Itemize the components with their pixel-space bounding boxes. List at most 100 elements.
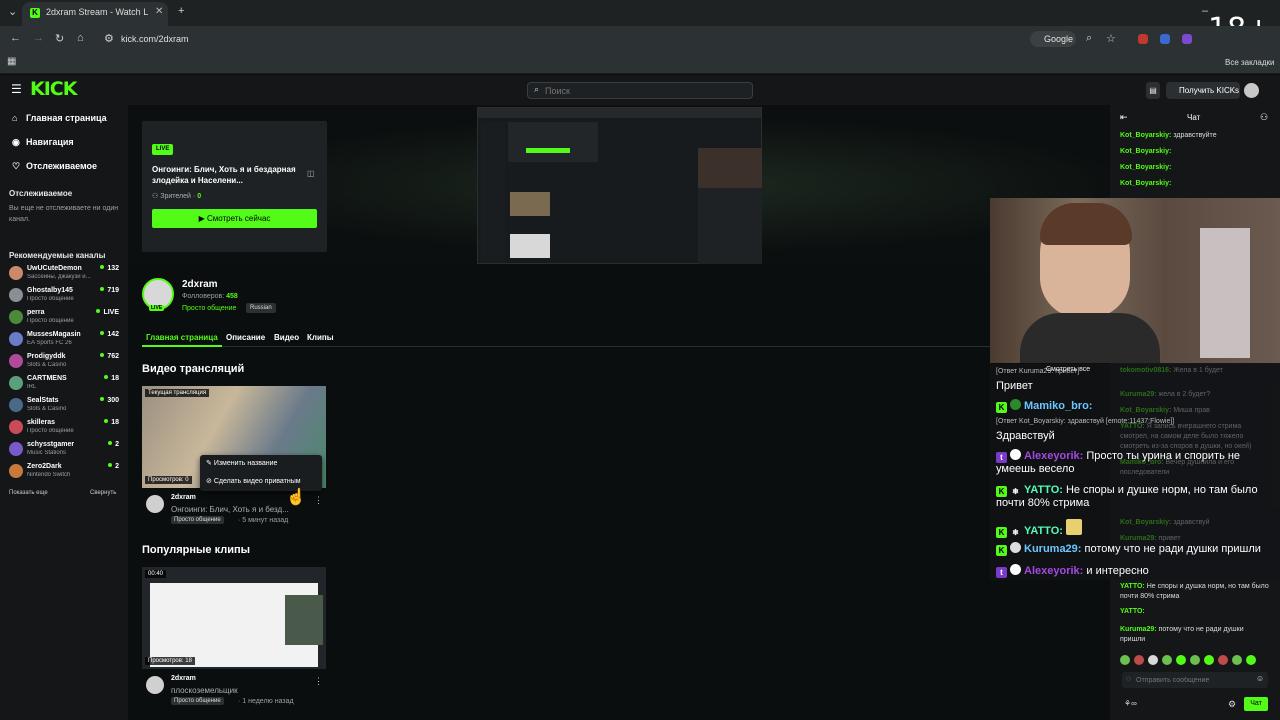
menu-icon[interactable]: ☰ [11, 82, 22, 96]
make-private-menu-item[interactable]: ⊘ Сделать видео приватным [206, 477, 301, 485]
channel-avatar[interactable]: LIVE [142, 278, 174, 311]
viewer-count: 132 [107, 265, 119, 272]
channel-category[interactable]: Просто общение [182, 305, 236, 312]
extension-icon[interactable] [1138, 34, 1148, 44]
rename-menu-item[interactable]: ✎ Изменить название [206, 459, 277, 467]
vod-author-avatar[interactable] [146, 495, 164, 513]
emote-icon[interactable] [1204, 655, 1214, 665]
collapse-chat-icon[interactable]: ⇤ [1120, 112, 1128, 123]
close-tab-icon[interactable]: ✕ [155, 6, 163, 17]
home-icon: ⌂ [12, 113, 18, 123]
chat-username[interactable]: Kot_Boyarskiy: [1120, 148, 1171, 155]
browser-tab[interactable]: K 2dxram Stream - Watch Live on ✕ [22, 2, 168, 26]
recommended-channel[interactable]: UwUCuteDemon Sассейны, джакузи и... 132 [8, 265, 122, 286]
sidebar-item-browse[interactable]: ◉ Навигация [12, 137, 74, 148]
collapse-link[interactable]: Свернуть [90, 490, 116, 496]
emoji-icon[interactable]: ☺ [1256, 674, 1264, 683]
emote-icon[interactable] [1218, 655, 1228, 665]
get-kicks-button[interactable]: Получить KICKs [1166, 82, 1240, 99]
clip-title[interactable]: плоскоземельщик [171, 686, 311, 695]
more-options-icon[interactable]: ⋮ [314, 676, 323, 687]
chat-input[interactable] [1136, 674, 1256, 686]
recommended-channel[interactable]: skilleras Просто общение 18 [8, 419, 122, 440]
tab-videos[interactable]: Видео [274, 333, 299, 342]
tab-list-icon[interactable]: ⌄ [8, 5, 17, 18]
mute-icon[interactable]: ◫ [307, 169, 315, 178]
emote-icon[interactable] [1176, 655, 1186, 665]
vod-author[interactable]: 2dxram [171, 494, 196, 501]
chat-username[interactable]: YATTO: [1120, 608, 1145, 615]
search-input[interactable] [545, 84, 745, 97]
emote-icon[interactable] [1120, 655, 1130, 665]
url-field[interactable]: kick.com/2dxram [121, 34, 189, 44]
reload-icon[interactable]: ↻ [55, 32, 64, 45]
apps-grid-icon[interactable]: ▦ [7, 56, 16, 67]
recommended-channel[interactable]: perra Просто общение LIVE [8, 309, 122, 330]
channel-category: Music Stations [27, 450, 67, 456]
channel-name: UwUCuteDemon [27, 265, 82, 272]
more-options-icon[interactable]: ⋮ [314, 495, 323, 506]
chat-username[interactable]: Kot_Boyarskiy: [1120, 164, 1171, 171]
settings-gear-icon[interactable]: ⚙ [1228, 699, 1236, 710]
kick-logo[interactable]: KICK [30, 78, 77, 100]
recommended-channel[interactable]: SealStats Slots & Casino 300 [8, 397, 122, 418]
recommended-channel[interactable]: Prodigyddk Slots & Casino 762 [8, 353, 122, 374]
vod-title[interactable]: Онгоинги: Блич, Хоть я и безд... [171, 505, 311, 514]
emote-icon[interactable] [1148, 655, 1158, 665]
active-tab-indicator [142, 345, 222, 347]
channel-name[interactable]: 2dxram [182, 279, 218, 290]
watch-now-button[interactable]: ▶ Смотреть сейчас [152, 209, 317, 228]
extension-icon[interactable] [1160, 34, 1170, 44]
clip-category[interactable]: Просто общение [171, 697, 224, 705]
bookmark-star-icon[interactable]: ☆ [1106, 32, 1116, 45]
chat-username[interactable]: YATTO: [1120, 583, 1145, 590]
chat-users-icon[interactable]: ⚇ [1260, 112, 1268, 123]
chat-username[interactable]: Kot_Boyarskiy: [1120, 132, 1171, 139]
forward-icon[interactable]: → [33, 32, 44, 44]
overlay-text: потому что не ради душки пришли [1084, 543, 1261, 555]
clip-author-avatar[interactable] [146, 676, 164, 694]
clip-author[interactable]: 2dxram [171, 675, 196, 682]
search-engine-chip[interactable]: Google [1030, 31, 1076, 47]
chat-input-box[interactable]: ◌ ☺ [1122, 672, 1268, 688]
dashboard-icon[interactable]: ▤ [1146, 82, 1160, 99]
rewards-icon[interactable]: ⚘∞ [1124, 699, 1137, 708]
viewer-count: ⚇ Зрителей · 0 [152, 193, 202, 200]
recommended-channel[interactable]: CARTMENS IRL 18 [8, 375, 122, 396]
tab-about[interactable]: Описание [226, 333, 265, 342]
language-tag[interactable]: Russian [246, 303, 276, 313]
clip-thumbnail[interactable]: 00:40 Просмотров: 18 [142, 567, 326, 669]
sidebar-item-following[interactable]: ♡ Отслеживаемое [12, 161, 97, 172]
emote-icon[interactable] [1232, 655, 1242, 665]
new-tab-icon[interactable]: + [178, 5, 184, 17]
chat-username[interactable]: Kuruma29: [1120, 626, 1157, 633]
emote-icon[interactable] [1190, 655, 1200, 665]
sidebar-item-home[interactable]: ⌂ Главная страница [12, 113, 107, 123]
search-box[interactable]: ⌕ [527, 82, 753, 99]
recommended-channel[interactable]: Zero2Dark Nintendo Switch 2 [8, 463, 122, 484]
channel-name: perra [27, 309, 45, 316]
tab-clips[interactable]: Клипы [307, 333, 334, 342]
emote-icon[interactable] [1246, 655, 1256, 665]
chat-send-button[interactable]: Чат [1244, 697, 1268, 711]
emote-icon[interactable] [1162, 655, 1172, 665]
back-icon[interactable]: ← [10, 32, 21, 44]
vod-category[interactable]: Просто общение [171, 516, 224, 524]
show-more-link[interactable]: Показать еще [9, 490, 48, 496]
chat-username[interactable]: Kot_Boyarskiy: [1120, 180, 1171, 187]
user-avatar[interactable] [1244, 83, 1259, 98]
recommended-channel[interactable]: MussesMagasin EA Sports FC 26 142 [8, 331, 122, 352]
stream-preview-thumbnail[interactable] [477, 107, 762, 264]
channel-viewers: 2 [108, 441, 119, 448]
zoom-icon[interactable]: ⌕ [1086, 32, 1092, 45]
all-bookmarks[interactable]: Все закладки [1225, 58, 1274, 67]
emote-bar [1120, 654, 1270, 666]
recommended-channel[interactable]: schysstgamer Music Stations 2 [8, 441, 122, 462]
extension-icon[interactable] [1182, 34, 1192, 44]
recommended-channel[interactable]: Ghostalby145 Просто общение 719 [8, 287, 122, 308]
tab-home[interactable]: Главная страница [146, 333, 218, 342]
show-all-link[interactable]: Смотреть все [1046, 366, 1090, 373]
home-icon[interactable]: ⌂ [77, 32, 84, 44]
site-info-icon[interactable]: ⚙ [104, 32, 114, 45]
emote-icon[interactable] [1134, 655, 1144, 665]
